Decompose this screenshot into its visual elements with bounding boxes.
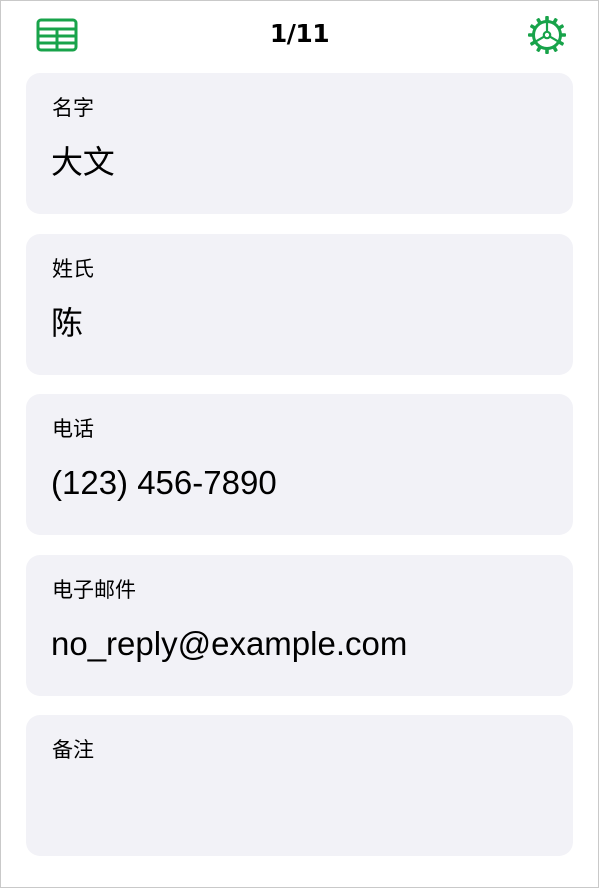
first-name-field[interactable]: 大文 [51,140,115,184]
field-card-first-name[interactable]: 名字 大文 [26,73,573,214]
settings-gear-icon [528,16,566,54]
field-label: 电子邮件 [52,578,136,602]
field-card-phone[interactable]: 电话 (123) 456-7890 [26,394,573,535]
email-field[interactable]: no_reply@example.com [51,622,407,666]
field-label: 名字 [52,96,94,120]
phone-field[interactable]: (123) 456-7890 [51,461,277,505]
field-card-email[interactable]: 电子邮件 no_reply@example.com [26,555,573,696]
field-label: 姓氏 [52,257,94,281]
app-window: 1/11 名字 大文 姓氏 陈 电话 (123) 456-7890 电子邮件 n… [0,0,599,888]
field-label: 电话 [52,417,94,441]
field-label: 备注 [52,738,94,762]
field-card-notes[interactable]: 备注 [26,715,573,856]
page-indicator: 1/11 [269,19,330,48]
field-card-last-name[interactable]: 姓氏 陈 [26,234,573,375]
settings-button[interactable] [521,11,573,59]
last-name-field[interactable]: 陈 [51,301,83,345]
toolbar: 1/11 [1,1,598,67]
